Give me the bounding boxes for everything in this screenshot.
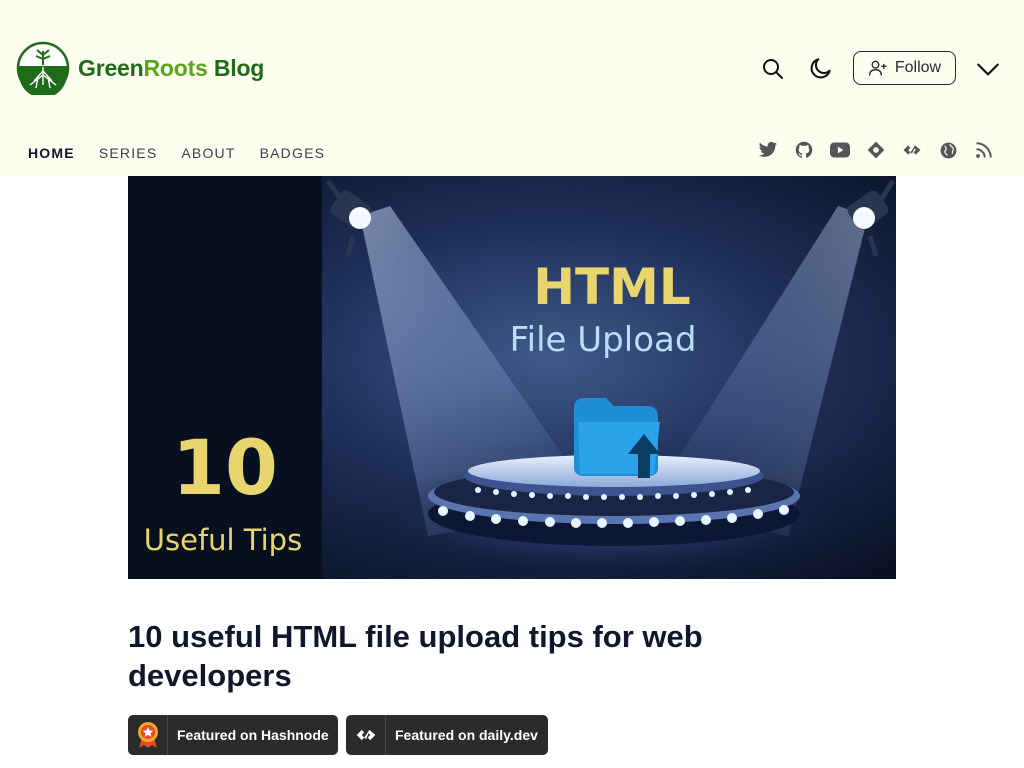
nav-item-about[interactable]: ABOUT <box>181 145 235 161</box>
greenroots-logo-icon <box>16 41 70 95</box>
brand-name: GreenRoots Blog <box>78 54 265 81</box>
hashnode-award-icon <box>128 715 168 755</box>
blog-header: GreenRoots Blog Follow HOME SERIES ABOUT… <box>0 0 1024 176</box>
search-icon[interactable] <box>757 53 789 85</box>
main-nav: HOME SERIES ABOUT BADGES <box>28 145 349 161</box>
dailydev-logo-icon <box>346 715 386 755</box>
social-links <box>758 139 994 161</box>
nav-item-home[interactable]: HOME <box>28 145 75 161</box>
nav-item-badges[interactable]: BADGES <box>260 145 326 161</box>
hashnode-badge-label: Featured on Hashnode <box>177 727 329 743</box>
rss-icon[interactable] <box>974 139 994 161</box>
cover-title-line2: File Upload <box>510 320 697 360</box>
cover-number: 10 <box>172 423 278 512</box>
dark-mode-moon-icon[interactable] <box>805 52 837 84</box>
dailydev-badge-label: Featured on daily.dev <box>395 727 538 743</box>
folder-upload-icon <box>574 398 660 478</box>
featured-dailydev-badge[interactable]: Featured on daily.dev <box>346 715 548 755</box>
chevron-down-icon[interactable] <box>972 53 1004 85</box>
dailydev-icon[interactable] <box>902 139 922 161</box>
youtube-icon[interactable] <box>830 139 850 161</box>
post-title: 10 useful HTML file upload tips for web … <box>128 619 703 693</box>
cover-tips: Useful Tips <box>144 523 302 557</box>
follow-button[interactable]: Follow <box>853 51 956 85</box>
twitter-icon[interactable] <box>758 139 778 161</box>
website-icon[interactable] <box>938 139 958 161</box>
cover-image: HTML File Upload 10 Useful Tips <box>128 176 896 579</box>
follow-label: Follow <box>894 59 942 76</box>
brand-link[interactable]: GreenRoots Blog <box>16 41 264 95</box>
featured-hashnode-badge[interactable]: Featured on Hashnode <box>128 715 338 755</box>
add-user-icon <box>868 60 887 76</box>
cover-title-line1: HTML <box>533 258 691 316</box>
hashnode-icon[interactable] <box>866 139 886 161</box>
nav-item-series[interactable]: SERIES <box>99 145 158 161</box>
github-icon[interactable] <box>794 139 814 161</box>
